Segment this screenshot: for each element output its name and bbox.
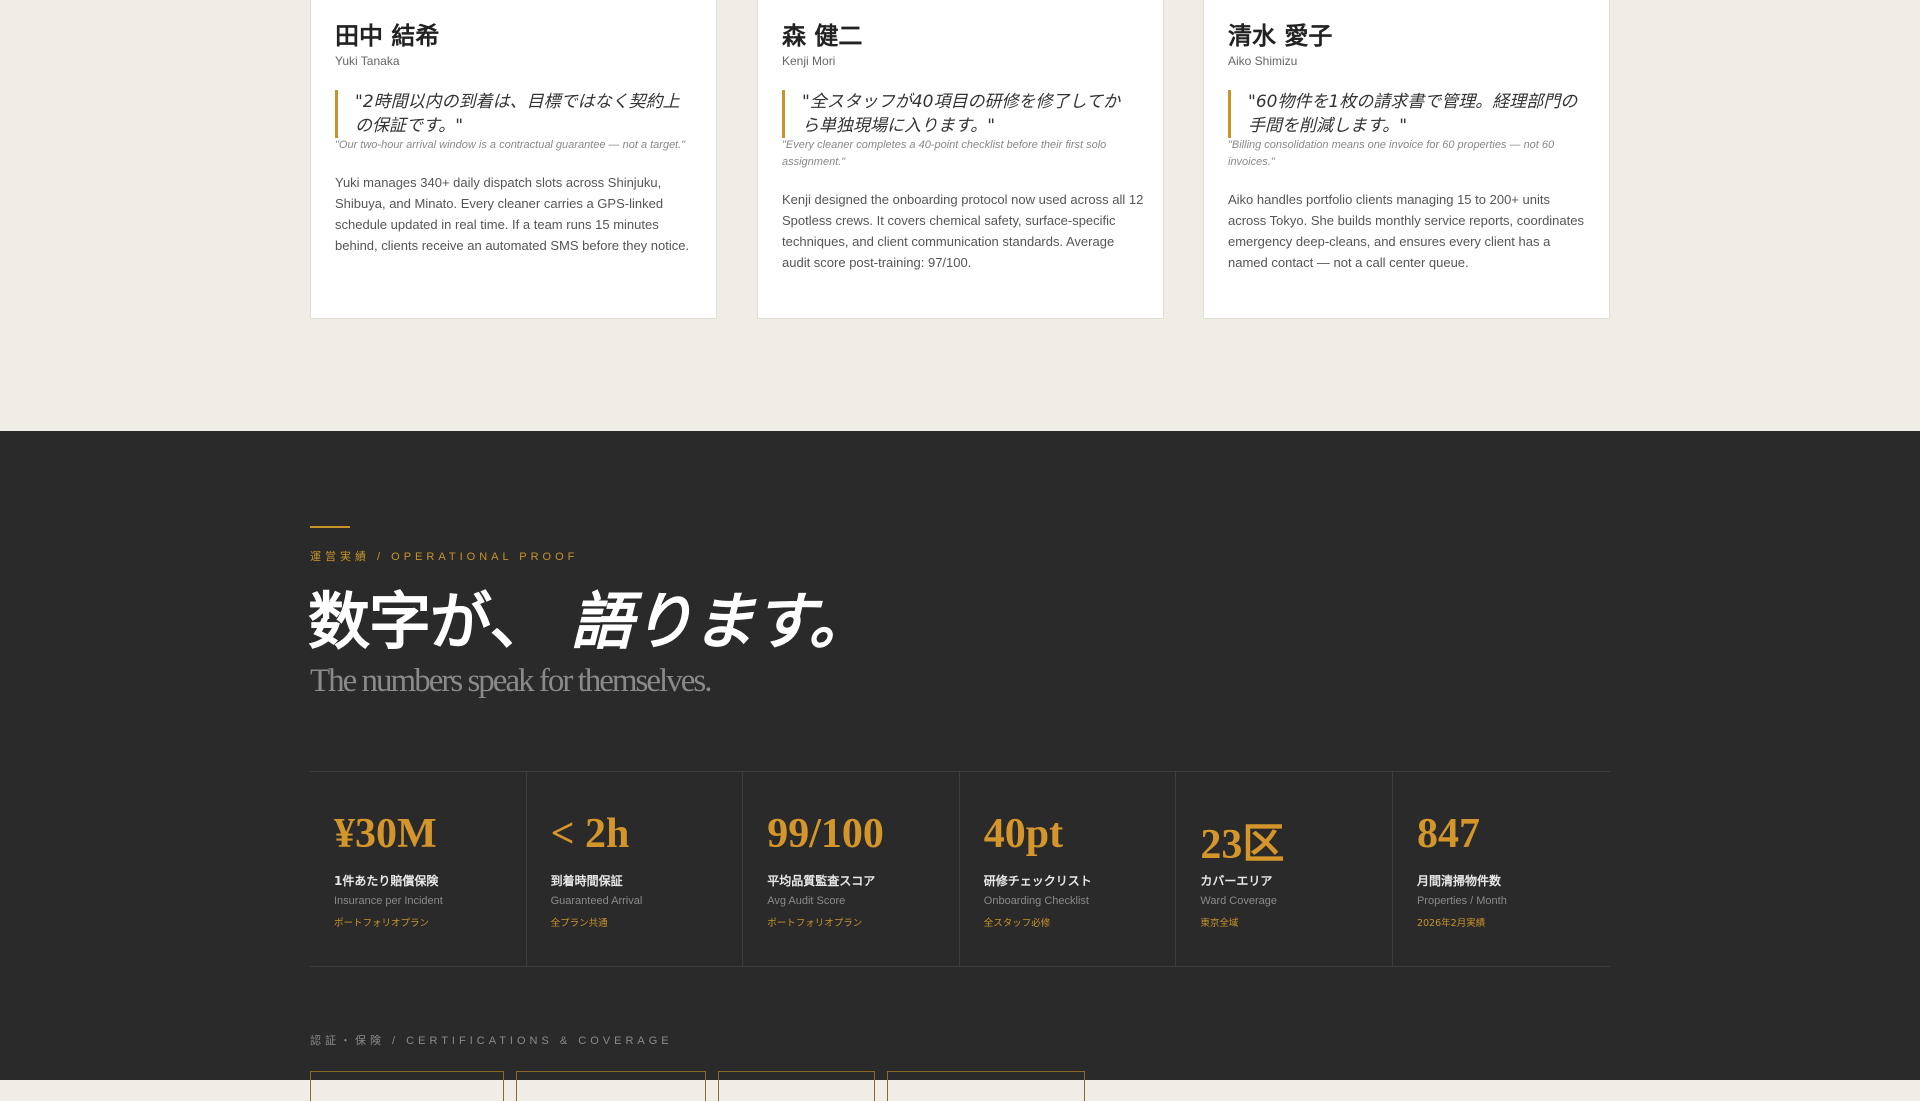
- role-label-clipped: トレーニング品質管理責任者: [782, 0, 925, 3]
- stat-note: ポートフォリオプラン: [334, 918, 430, 929]
- stats-grid: ¥30M 1件あたり賠償保険 Insurance per Incident ポー…: [310, 771, 1610, 967]
- stat-value: 40pt: [983, 811, 1064, 857]
- stat-label-en: Avg Audit Score: [767, 895, 846, 907]
- headline-part-a: 数字が、: [308, 585, 552, 658]
- member-name-en: Kenji Mori: [782, 54, 836, 68]
- member-bio: Aiko handles portfolio clients managing …: [1228, 192, 1584, 270]
- stat-label-en: Properties / Month: [1416, 895, 1507, 907]
- stat-label-jp: 1件あたり賠償保険: [334, 874, 439, 888]
- member-quote-jp: "全スタッフが40項目の研修を修了してから単独現場に入ります。": [782, 90, 1132, 138]
- certifications-label: 認証・保険 / CERTIFICATIONS & COVERAGE: [310, 1035, 673, 1047]
- section-eyebrow: 運営実績 / OPERATIONAL PROOF: [310, 551, 579, 563]
- member-bio: Yuki manages 340+ daily dispatch slots a…: [335, 175, 690, 253]
- team-card-tanaka: ディスパッチ責任者 田中 結希 Yuki Tanaka "2時間以内の到着は、目…: [310, 0, 717, 319]
- member-quote-jp: "2時間以内の到着は、目標ではなく契約上の保証です。": [335, 90, 685, 138]
- stat-label-jp: 到着時間保証: [550, 874, 623, 888]
- member-name-jp: 田中 結希: [335, 22, 440, 50]
- section-headline: 数字が、 語ります。: [308, 571, 871, 661]
- stat-label-jp: 平均品質監査スコア: [767, 874, 876, 888]
- stat-label-en: Onboarding Checklist: [983, 895, 1089, 907]
- stat-value: 99/100: [767, 811, 884, 857]
- stat-properties: 847 月間清掃物件数 Properties / Month 2026年2月実績: [1393, 772, 1610, 966]
- team-card-shimizu: B2Bアカウントマネージャー 清水 愛子 Aiko Shimizu "60物件を…: [1203, 0, 1610, 319]
- member-name-en: Yuki Tanaka: [335, 54, 400, 68]
- stat-audit-score: 99/100 平均品質監査スコア Avg Audit Score ポートフォリオ…: [743, 772, 960, 966]
- stat-value: < 2h: [550, 811, 630, 857]
- member-name-jp: 森 健二: [782, 22, 863, 50]
- member-quote-en: "Billing consolidation means one invoice…: [1228, 139, 1555, 168]
- accent-rule: [310, 526, 350, 528]
- member-quote-en: "Our two-hour arrival window is a contra…: [335, 139, 686, 151]
- certification-badge: [516, 1071, 706, 1101]
- stat-label-en: Guaranteed Arrival: [550, 895, 643, 907]
- certification-badge: [887, 1071, 1085, 1101]
- stat-value: 847: [1416, 811, 1480, 857]
- stat-label-jp: 研修チェックリスト: [983, 874, 1092, 888]
- operational-proof-section: 運営実績 / OPERATIONAL PROOF 数字が、 語ります。 The n…: [0, 431, 1920, 1101]
- member-quote-jp: "60物件を1枚の請求書で管理。経理部門の手間を削減します。": [1228, 90, 1578, 138]
- member-name-jp: 清水 愛子: [1228, 22, 1333, 50]
- stat-checklist: 40pt 研修チェックリスト Onboarding Checklist 全スタッ…: [960, 772, 1177, 966]
- member-quote-en: "Every cleaner completes a 40-point chec…: [782, 139, 1107, 168]
- stat-note: 2026年2月実績: [1416, 918, 1486, 929]
- stat-label-en: Insurance per Incident: [334, 895, 443, 907]
- stat-arrival: < 2h 到着時間保証 Guaranteed Arrival 全プラン共通: [527, 772, 744, 966]
- member-bio: Kenji designed the onboarding protocol n…: [782, 192, 1144, 270]
- stat-insurance: ¥30M 1件あたり賠償保険 Insurance per Incident ポー…: [310, 772, 527, 966]
- stat-value: ¥30M: [334, 811, 437, 857]
- team-section: ディスパッチ責任者 田中 結希 Yuki Tanaka "2時間以内の到着は、目…: [0, 0, 1920, 431]
- certification-badge: [310, 1071, 504, 1101]
- stat-note: 全スタッフ必修: [983, 918, 1051, 929]
- member-name-en: Aiko Shimizu: [1228, 54, 1298, 68]
- team-card-mori: トレーニング品質管理責任者 森 健二 Kenji Mori "全スタッフが40項…: [757, 0, 1164, 319]
- certification-badge: [718, 1071, 875, 1101]
- section-subtitle: The numbers speak for themselves.: [310, 663, 712, 699]
- stat-value: 23区: [1200, 822, 1285, 868]
- stat-note: 全プラン共通: [550, 918, 608, 929]
- stat-label-jp: 月間清掃物件数: [1416, 874, 1501, 888]
- role-label-clipped: ディスパッチ責任者: [335, 0, 433, 3]
- stat-label-jp: カバーエリア: [1200, 874, 1273, 888]
- stat-coverage: 23区 カバーエリア Ward Coverage 東京全域: [1176, 772, 1393, 966]
- stat-note: ポートフォリオプラン: [767, 918, 863, 929]
- role-label-clipped: B2Bアカウントマネージャー: [1228, 0, 1371, 3]
- stat-note: 東京全域: [1200, 918, 1239, 929]
- headline-part-b: 語ります。: [570, 585, 871, 658]
- stat-label-en: Ward Coverage: [1200, 895, 1277, 907]
